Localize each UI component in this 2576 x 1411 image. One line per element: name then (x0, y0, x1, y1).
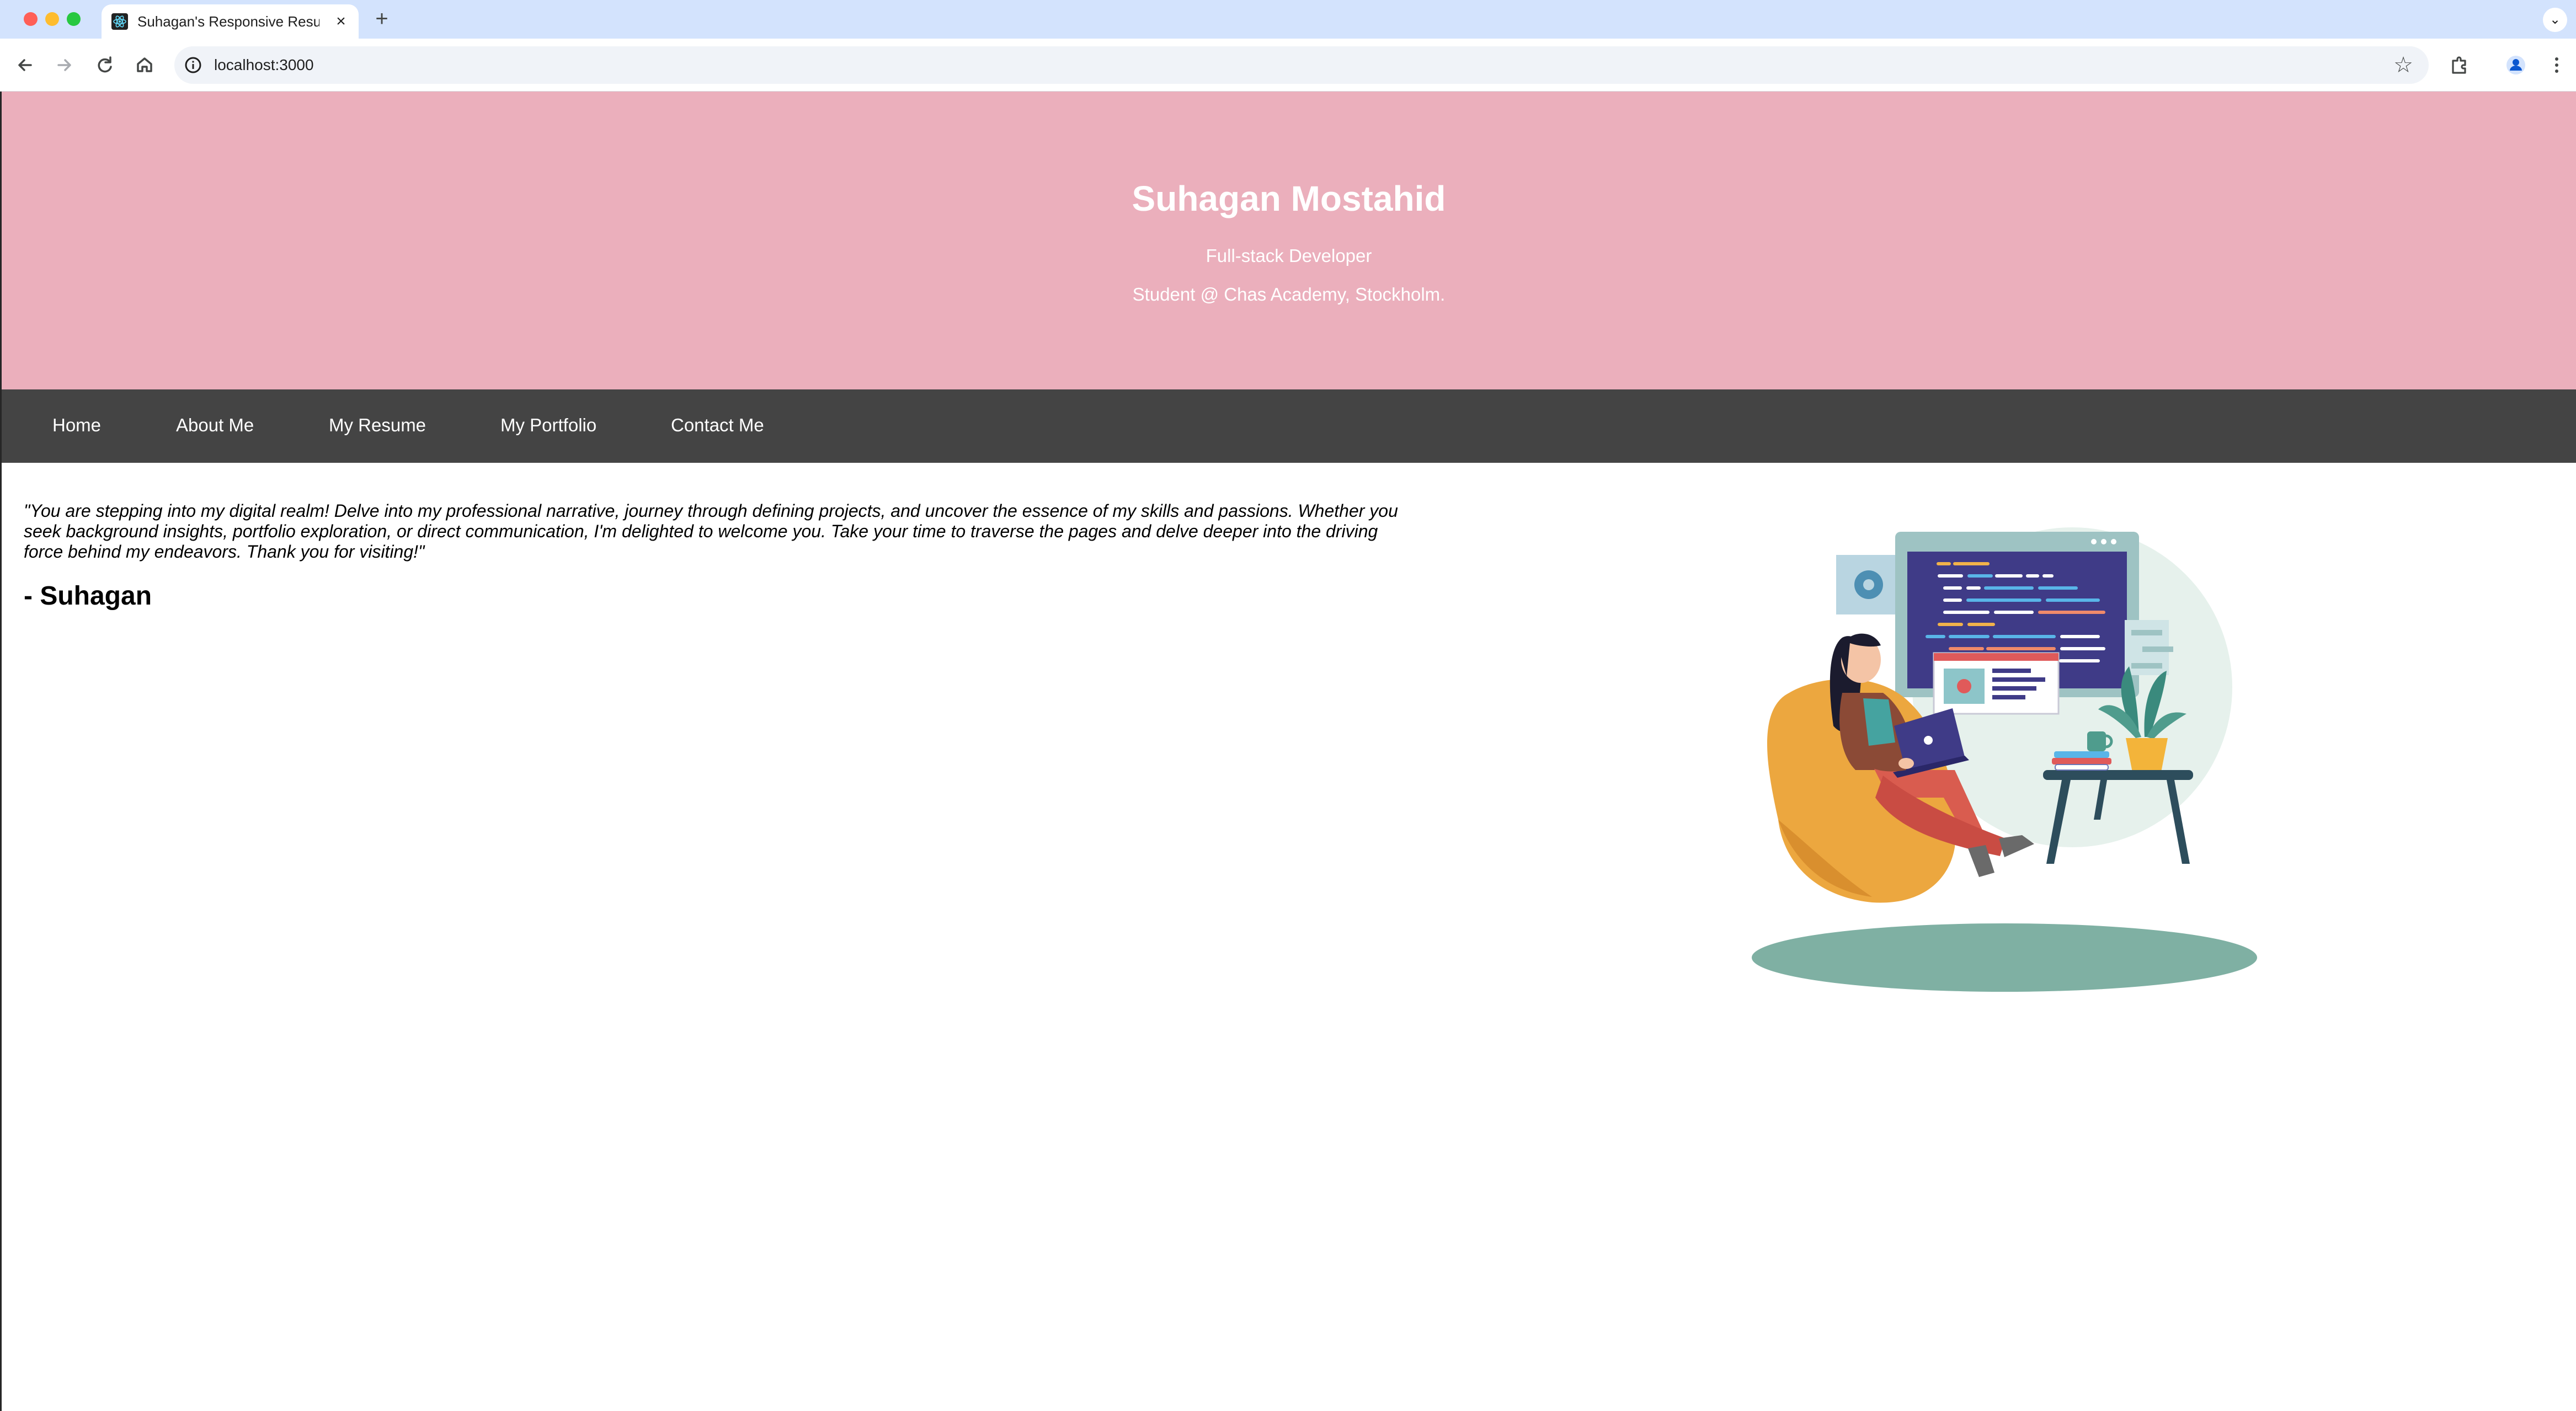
nav-my-resume[interactable]: My Resume (329, 413, 426, 437)
reload-icon[interactable] (91, 52, 118, 78)
nav-contact-me[interactable]: Contact Me (671, 413, 764, 437)
star-icon[interactable]: ☆ (2393, 53, 2413, 77)
browser-tab-bar: Suhagan's Responsive Resume × + ⌄ (0, 0, 2576, 39)
chevron-down-icon[interactable]: ⌄ (2543, 8, 2567, 32)
page-viewport: Suhagan Mostahid Full-stack Developer St… (0, 92, 2576, 1411)
address-bar[interactable]: localhost:3000 ☆ (174, 46, 2429, 84)
home-icon[interactable] (131, 52, 158, 78)
page-title: Suhagan Mostahid (1132, 179, 1446, 218)
extensions-icon[interactable] (2446, 52, 2473, 78)
plus-icon[interactable]: + (371, 8, 393, 30)
profile-icon[interactable] (2503, 52, 2529, 78)
hero-school: Student @ Chas Academy, Stockholm. (1132, 284, 1446, 304)
forward-arrow-icon[interactable] (51, 52, 77, 78)
nav-about-me[interactable]: About Me (176, 413, 254, 437)
nav-home[interactable]: Home (52, 413, 101, 437)
browser-tab[interactable]: Suhagan's Responsive Resume × (102, 4, 359, 39)
signature: - Suhagan (24, 581, 152, 611)
developer-illustration (1752, 527, 2257, 992)
tab-title: Suhagan's Responsive Resume (137, 13, 319, 30)
window-minimize-button[interactable] (45, 12, 59, 26)
window-close-button[interactable] (24, 12, 38, 26)
url-text: localhost:3000 (214, 56, 314, 73)
hero-role: Full-stack Developer (1206, 245, 1372, 266)
hero-header: Suhagan Mostahid Full-stack Developer St… (2, 92, 2576, 389)
site-info-icon[interactable] (182, 54, 204, 76)
nav-my-portfolio[interactable]: My Portfolio (500, 413, 596, 437)
react-favicon (111, 13, 128, 30)
close-icon[interactable]: × (332, 13, 350, 30)
browser-toolbar: localhost:3000 ☆ (0, 39, 2576, 92)
main-nav: Home About Me My Resume My Portfolio Con… (2, 389, 2576, 463)
window-maximize-button[interactable] (67, 12, 81, 26)
back-arrow-icon[interactable] (12, 52, 39, 78)
welcome-quote: "You are stepping into my digital realm!… (24, 501, 1398, 562)
more-icon[interactable] (2543, 52, 2570, 78)
